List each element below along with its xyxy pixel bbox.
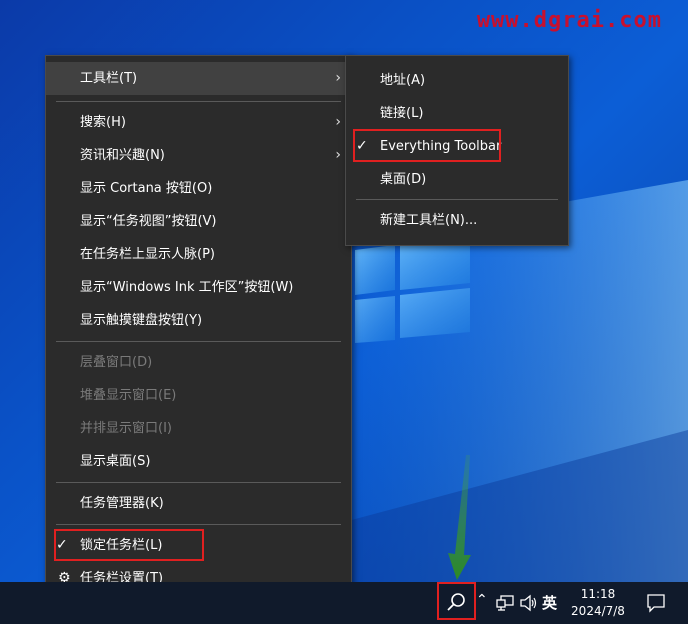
chevron-right-icon: › xyxy=(335,114,341,130)
menu-item-side-by-side: 并排显示窗口(I) xyxy=(46,412,351,445)
menu-item-label: 在任务栏上显示人脉(P) xyxy=(80,247,215,262)
menu-item-label: 显示触摸键盘按钮(Y) xyxy=(80,313,203,328)
menu-item-label: 并排显示窗口(I) xyxy=(80,421,172,436)
menu-item-label: 地址(A) xyxy=(380,73,426,88)
highlight-lock-taskbar xyxy=(54,529,204,561)
menu-item-show-people[interactable]: 在任务栏上显示人脉(P) xyxy=(46,238,351,271)
submenu-item-address[interactable]: 地址(A) xyxy=(346,64,568,97)
chevron-up-icon[interactable]: ⌃ xyxy=(476,592,488,608)
menu-item-stack-windows: 堆叠显示窗口(E) xyxy=(46,379,351,412)
menu-item-label: 显示“Windows Ink 工作区”按钮(W) xyxy=(80,280,294,295)
menu-item-news-interests[interactable]: 资讯和兴趣(N) › xyxy=(46,139,351,172)
notification-icon[interactable] xyxy=(645,592,667,614)
menu-item-show-task-view[interactable]: 显示“任务视图”按钮(V) xyxy=(46,205,351,238)
volume-icon[interactable] xyxy=(519,594,539,612)
clock-time: 11:18 xyxy=(580,587,616,601)
menu-item-label: 桌面(D) xyxy=(380,172,427,187)
menu-item-show-touch-keyboard[interactable]: 显示触摸键盘按钮(Y) xyxy=(46,304,351,337)
watermark-text: www.dgrai.com xyxy=(476,8,662,33)
menu-item-label: 任务管理器(K) xyxy=(80,496,164,511)
submenu-item-new-toolbar[interactable]: 新建工具栏(N)... xyxy=(346,204,568,237)
menu-item-label: 显示“任务视图”按钮(V) xyxy=(80,214,217,229)
menu-item-label: 堆叠显示窗口(E) xyxy=(80,388,177,403)
menu-item-task-manager[interactable]: 任务管理器(K) xyxy=(46,487,351,520)
menu-separator xyxy=(56,101,341,102)
chevron-right-icon: › xyxy=(335,147,341,163)
menu-separator xyxy=(356,199,558,200)
menu-item-show-cortana[interactable]: 显示 Cortana 按钮(O) xyxy=(46,172,351,205)
clock-date: 2024/7/8 xyxy=(571,604,625,618)
menu-separator xyxy=(56,341,341,342)
menu-separator xyxy=(56,524,341,525)
highlight-everything-toolbar xyxy=(353,129,501,162)
menu-item-toolbars[interactable]: 工具栏(T) › xyxy=(46,62,351,95)
menu-item-show-windows-ink[interactable]: 显示“Windows Ink 工作区”按钮(W) xyxy=(46,271,351,304)
menu-item-label: 显示 Cortana 按钮(O) xyxy=(80,181,213,196)
menu-item-label: 显示桌面(S) xyxy=(80,454,151,469)
taskbar-clock[interactable]: 11:18 2024/7/8 xyxy=(568,586,628,620)
taskbar-context-menu: 工具栏(T) › 搜索(H) › 资讯和兴趣(N) › 显示 Cortana 按… xyxy=(45,55,352,604)
menu-item-label: 链接(L) xyxy=(380,106,424,121)
menu-item-cascade-windows: 层叠窗口(D) xyxy=(46,346,351,379)
menu-item-show-desktop[interactable]: 显示桌面(S) xyxy=(46,445,351,478)
green-arrow-icon xyxy=(448,455,471,580)
network-icon[interactable] xyxy=(495,594,515,612)
menu-item-label: 工具栏(T) xyxy=(80,71,138,86)
menu-separator xyxy=(56,482,341,483)
menu-item-label: 层叠窗口(D) xyxy=(80,355,153,370)
submenu-item-links[interactable]: 链接(L) xyxy=(346,97,568,130)
menu-item-label: 搜索(H) xyxy=(80,115,126,130)
submenu-item-desktop[interactable]: 桌面(D) xyxy=(346,163,568,196)
menu-item-label: 资讯和兴趣(N) xyxy=(80,148,165,163)
menu-item-label: 新建工具栏(N)... xyxy=(380,213,478,228)
chevron-right-icon: › xyxy=(335,70,341,86)
ime-indicator[interactable]: 英 xyxy=(542,592,557,613)
search-icon[interactable] xyxy=(446,592,468,614)
menu-item-search[interactable]: 搜索(H) › xyxy=(46,106,351,139)
